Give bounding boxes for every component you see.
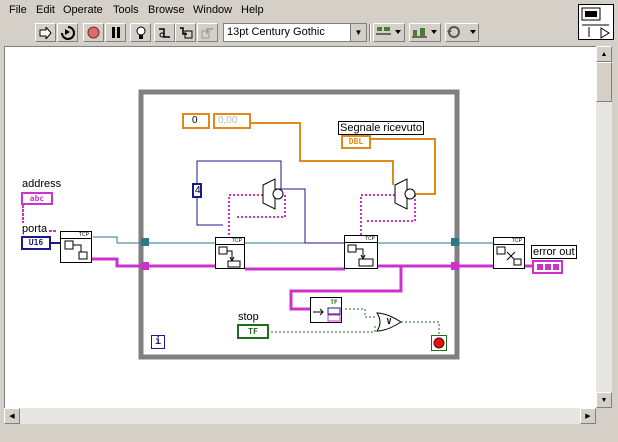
scroll-up-arrow[interactable]: ▲ <box>596 46 612 62</box>
menu-file[interactable]: File <box>9 4 27 16</box>
run-arrow-icon <box>39 26 52 39</box>
wires-layer <box>22 89 533 360</box>
menu-tools[interactable]: Tools <box>113 4 139 16</box>
error-out-label: error out <box>531 245 577 259</box>
align-objects-button[interactable] <box>373 23 405 42</box>
pink-error-wire-1 <box>85 257 145 268</box>
step-into-button[interactable] <box>175 23 196 42</box>
menu-help[interactable]: Help <box>241 4 264 16</box>
tcp-open-node[interactable]: TCP <box>60 231 92 263</box>
toolbar-separator <box>369 24 371 42</box>
tunnel-teal-right <box>451 238 459 246</box>
loop-iteration-terminal[interactable]: i <box>151 335 165 349</box>
teal-wire-1 <box>93 236 145 244</box>
menu-window[interactable]: Window <box>193 4 232 16</box>
tcp-close-node[interactable]: TCP <box>493 237 525 269</box>
int-constant[interactable]: 0 <box>182 113 210 129</box>
step-out-button[interactable] <box>197 23 218 42</box>
stop-control[interactable]: TF <box>237 324 269 339</box>
tunnel-pink-right <box>451 262 459 270</box>
tcp-close-icon <box>496 246 522 266</box>
horizontal-scrollbar[interactable]: ◀ ▶ <box>4 408 596 424</box>
cluster-icon <box>537 264 559 270</box>
chevron-down-icon: ▼ <box>350 24 366 41</box>
pause-icon <box>111 27 120 38</box>
scroll-right-arrow[interactable]: ▶ <box>580 408 596 424</box>
scroll-corner <box>596 408 612 424</box>
stop-label: stop <box>237 311 260 323</box>
select-node-1-end <box>272 188 284 200</box>
vi-icon[interactable] <box>578 4 614 40</box>
format-string-icon <box>313 307 341 322</box>
step-into-icon <box>179 26 192 38</box>
reorder-button[interactable] <box>445 23 479 42</box>
probe-icon <box>158 27 170 38</box>
font-select-value: 13pt Century Gothic <box>227 26 325 38</box>
num-4-constant[interactable]: 4 <box>192 183 202 198</box>
select-node-2-end <box>404 188 416 200</box>
scroll-left-arrow[interactable]: ◀ <box>4 408 20 424</box>
tcp-read-node-2[interactable]: TCP <box>344 235 378 269</box>
porta-control[interactable]: U16 <box>21 236 51 250</box>
menu-browse[interactable]: Browse <box>148 4 185 16</box>
tcp-read-icon <box>347 244 374 267</box>
segnale-indicator[interactable]: DBL <box>341 135 371 149</box>
segnale-label: Segnale ricevuto <box>338 121 424 135</box>
retain-wire-values-button[interactable] <box>154 23 175 42</box>
error-out-indicator[interactable] <box>532 260 563 274</box>
green-wire-stop <box>271 325 376 333</box>
menu-bar: File Edit Operate Tools Browse Window He… <box>0 0 578 20</box>
toolbar: 13pt Century Gothic ▼ <box>0 20 578 46</box>
scroll-thumb-vertical[interactable] <box>596 62 612 102</box>
bool-to-string-node[interactable]: TF <box>310 297 342 323</box>
align-objects-icon <box>376 27 401 35</box>
address-control[interactable]: abc <box>21 192 53 205</box>
menu-operate[interactable]: Operate <box>63 4 103 16</box>
font-select[interactable]: 13pt Century Gothic ▼ <box>223 23 367 42</box>
distribute-objects-button[interactable] <box>409 23 441 42</box>
pause-button[interactable] <box>105 23 126 42</box>
stop-icon <box>87 26 100 39</box>
distribute-objects-icon <box>412 28 437 38</box>
scroll-down-arrow[interactable]: ▼ <box>596 392 612 408</box>
stop-sign-icon <box>433 337 445 349</box>
dbl-constant[interactable]: 0,00 <box>213 113 251 129</box>
step-out-icon <box>201 27 213 38</box>
run-continuously-icon <box>60 25 75 40</box>
tunnel-teal-left <box>141 238 149 246</box>
abort-button[interactable] <box>83 23 104 42</box>
green-wire-tf <box>345 308 377 318</box>
run-continuously-button[interactable] <box>57 23 78 42</box>
pink-error-wire-6 <box>289 266 403 311</box>
vi-connector-icon <box>581 7 610 39</box>
tcp-read-icon <box>218 246 241 268</box>
highlight-execution-button[interactable] <box>130 23 151 42</box>
block-diagram-canvas[interactable]: address abc porta U16 stop TF Segnale ri… <box>4 46 597 409</box>
pink-string-wire-1 <box>228 194 265 243</box>
menu-edit[interactable]: Edit <box>36 4 55 16</box>
loop-condition-terminal[interactable] <box>431 335 447 351</box>
reorder-icon <box>447 26 476 38</box>
porta-label: porta <box>21 223 49 235</box>
blue-wire-4b <box>196 197 223 226</box>
tcp-read-node-1[interactable]: TCP <box>215 237 245 269</box>
tunnel-pink-left <box>141 262 149 270</box>
run-button[interactable] <box>35 23 56 42</box>
blue-wire-4c <box>281 188 345 244</box>
vertical-scrollbar[interactable]: ▲ ▼ <box>596 46 612 408</box>
lightbulb-icon <box>136 26 145 39</box>
address-label: address <box>21 178 63 190</box>
tcp-open-icon <box>64 240 88 260</box>
or-gate[interactable]: V <box>383 317 395 327</box>
